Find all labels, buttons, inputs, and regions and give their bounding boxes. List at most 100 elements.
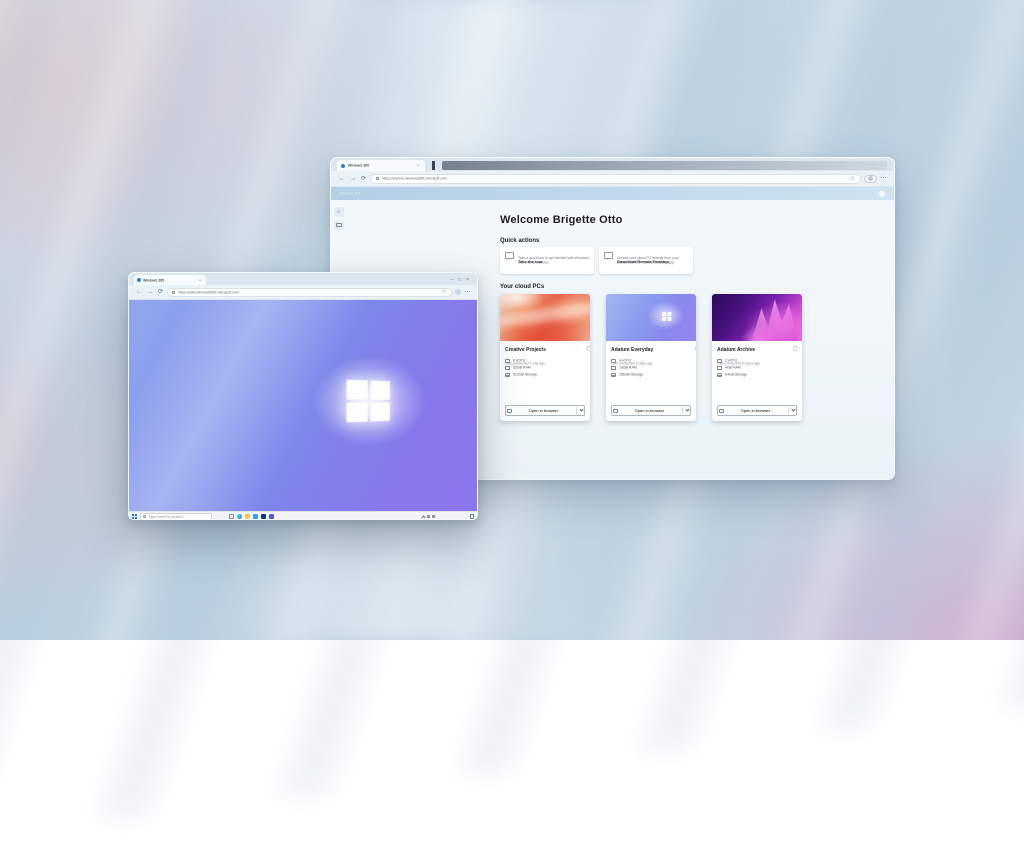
refresh-icon[interactable]: ⟳ [157, 289, 164, 295]
storage-icon [611, 373, 616, 377]
portal-toolbar: ← → ⟳ https://explore.windows365.microso… [331, 171, 894, 187]
minimize-icon[interactable]: – [450, 278, 453, 283]
phone-app-icon[interactable] [269, 514, 274, 519]
gear-icon[interactable] [587, 346, 590, 351]
volume-icon[interactable] [432, 515, 435, 518]
start-button-icon[interactable] [132, 514, 137, 519]
portal-sidebar: ⌂ [331, 203, 346, 230]
lock-icon [172, 291, 175, 294]
chevron-down-icon[interactable] [791, 407, 795, 411]
tab-title: Windows 365 [143, 278, 164, 282]
address-bar[interactable]: https://explore.windows365.microsoft.com… [370, 174, 861, 184]
cloudpc-browser-window: Windows 365 × – □ × ← → ⟳ https://www.wi… [128, 272, 478, 520]
ram-icon [717, 366, 722, 370]
open-in-browser-button[interactable]: Open in browser [505, 405, 585, 416]
edge-browser-icon[interactable] [237, 514, 242, 519]
cpu-icon [611, 359, 616, 363]
taskbar-clock[interactable]: 10:04 AM 7/19/2021 [439, 513, 466, 520]
search-input[interactable] [148, 514, 209, 519]
tab-favicon-icon [137, 278, 141, 282]
action-center-icon[interactable] [470, 514, 474, 519]
forward-icon[interactable]: → [349, 176, 357, 182]
tab-close-icon[interactable]: × [199, 278, 201, 282]
cloudpc-browser-tab[interactable]: Windows 365 × [134, 275, 206, 285]
storage-icon [505, 373, 510, 377]
tab-close-icon[interactable]: × [417, 164, 419, 168]
cloudpc-toolbar: ← → ⟳ https://www.windows365.microsoft.c… [129, 285, 477, 300]
cloud-pc-card-creative-projects: Creative Projects Last connected 1 day a… [500, 294, 590, 421]
user-avatar[interactable] [878, 190, 886, 198]
cpu-icon [505, 359, 510, 363]
quick-actions-row: Take the tour Take a quick tour to get f… [500, 247, 894, 274]
portal-tabstrip: Windows 365 × [331, 158, 894, 171]
taskbar: 10:04 AM 7/19/2021 [129, 511, 477, 520]
mail-icon[interactable] [253, 514, 258, 519]
favorite-star-icon[interactable]: ☆ [850, 176, 855, 182]
quick-action-download-remote-desktop[interactable]: Download Remote Desktop Access your clou… [599, 247, 693, 274]
last-connected: Last connected 6 hours ago [717, 362, 760, 366]
home-icon[interactable]: ⌂ [334, 207, 344, 217]
gear-icon[interactable] [695, 346, 696, 351]
tour-icon [505, 252, 514, 259]
chevron-down-icon[interactable] [685, 407, 689, 411]
cloud-pc-thumbnail [606, 294, 696, 341]
window-controls: – □ × [450, 278, 472, 285]
back-icon[interactable]: ← [338, 176, 346, 182]
open-in-browser-label: Open in browser [529, 409, 558, 413]
spec-cpu: 4 vCPU [619, 359, 631, 363]
store-icon[interactable] [261, 514, 266, 519]
cloudpc-desktop-wallpaper [129, 300, 477, 511]
browser-profile-avatar[interactable] [455, 289, 461, 295]
taskbar-pinned-icons [229, 514, 274, 519]
cloud-pc-card-adatum-archive: Adatum Archive Last connected 6 hours ag… [712, 294, 802, 421]
ram-icon [611, 366, 616, 370]
new-tab-button[interactable] [432, 161, 435, 170]
remote-desktop-icon [604, 252, 613, 259]
quick-actions-heading: Quick actions [500, 238, 894, 244]
cloud-pc-card-adatum-everyday: Adatum Everyday Last connected 2 days ag… [606, 294, 696, 421]
taskbar-search[interactable] [140, 513, 212, 520]
browser-icon [719, 409, 724, 413]
address-bar[interactable]: https://www.windows365.microsoft.com ☆ [167, 288, 452, 297]
spec-cpu: 8 vCPU [513, 359, 525, 363]
open-in-browser-button[interactable]: Open in browser [611, 405, 691, 416]
open-in-browser-button[interactable]: Open in browser [717, 405, 797, 416]
file-explorer-icon[interactable] [245, 514, 250, 519]
spec-ram: 32GB RAM [513, 366, 531, 370]
tab-title: Windows 365 [348, 164, 369, 168]
cpu-icon [717, 359, 722, 363]
search-icon [143, 515, 146, 518]
back-icon[interactable]: ← [135, 289, 143, 295]
cloud-pc-thumbnail [500, 294, 590, 341]
browser-profile-pill[interactable] [864, 175, 877, 183]
browser-icon [507, 409, 512, 413]
button-divider [682, 407, 683, 414]
maximize-icon[interactable]: □ [458, 278, 461, 283]
windows365-app-header: Windows 365 [331, 187, 894, 200]
chevron-down-icon[interactable] [579, 407, 583, 411]
cloud-pcs-nav-icon[interactable] [334, 220, 344, 230]
quick-action-description: Take a quick tour to get familiar with W… [518, 256, 589, 265]
address-url: https://explore.windows365.microsoft.com [382, 177, 447, 181]
welcome-title: Welcome Brigette Otto [500, 214, 894, 226]
favorite-star-icon[interactable]: ☆ [442, 289, 447, 295]
gear-icon[interactable] [793, 346, 798, 351]
tab-favicon-icon [341, 164, 345, 168]
browser-menu-icon[interactable]: ⋯ [880, 175, 887, 182]
task-view-icon[interactable] [229, 514, 234, 519]
network-icon[interactable] [427, 515, 430, 518]
quick-action-text: Download Remote Desktop Access your clou… [617, 251, 688, 270]
browser-menu-icon[interactable]: ⋯ [464, 289, 471, 296]
chevron-up-icon[interactable] [422, 515, 426, 519]
forward-icon[interactable]: → [146, 289, 154, 295]
system-tray: 10:04 AM 7/19/2021 [422, 513, 474, 520]
cloud-pc-card-body: Creative Projects Last connected 1 day a… [500, 341, 590, 421]
quick-action-take-tour[interactable]: Take the tour Take a quick tour to get f… [500, 247, 594, 274]
address-url: https://www.windows365.microsoft.com [178, 290, 239, 294]
spec-storage: 256GB Storage [619, 373, 643, 377]
refresh-icon[interactable]: ⟳ [360, 176, 367, 182]
spec-storage: 512GB Storage [513, 373, 537, 377]
cloudpc-tabstrip: Windows 365 × – □ × [129, 273, 477, 285]
close-icon[interactable]: × [466, 278, 469, 283]
portal-browser-tab[interactable]: Windows 365 × [337, 160, 425, 171]
